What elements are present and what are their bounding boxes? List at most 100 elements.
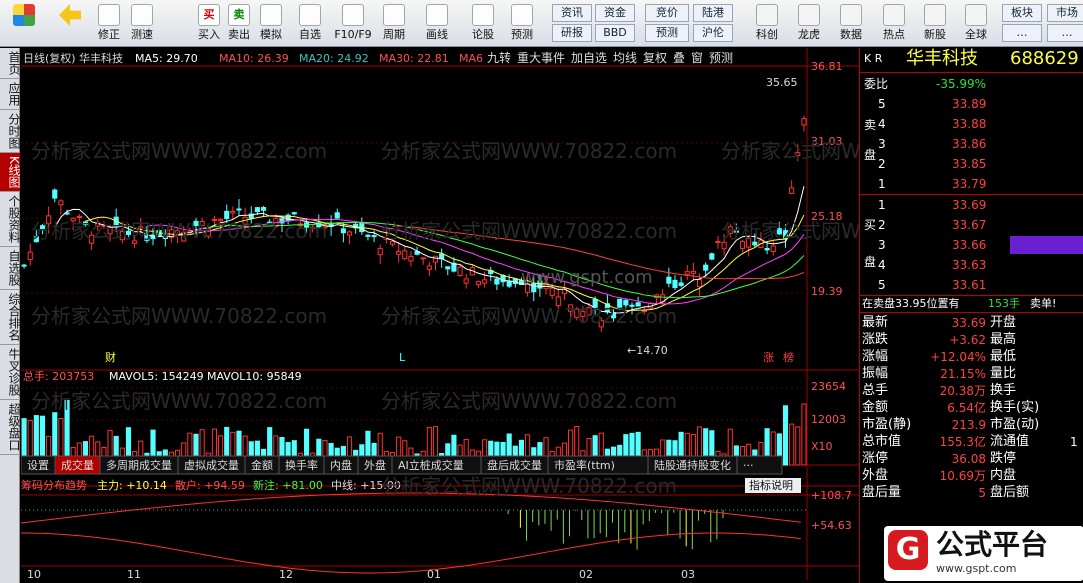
toolbar-watchlist-button[interactable]: 自选 bbox=[293, 2, 327, 45]
toolbar-sell-button[interactable]: 卖卖出 bbox=[222, 2, 256, 45]
toolbar-right-3[interactable]: 热点 bbox=[875, 2, 913, 45]
header-btn-4[interactable]: 复权 bbox=[643, 51, 667, 65]
far-btn-0[interactable]: 板块 bbox=[1002, 4, 1042, 22]
chart-canvas[interactable]: 日线(复权) 华丰科技 MA5: 29.70 MA10: 26.39 MA20: 24.… bbox=[20, 48, 1017, 581]
candle-body bbox=[27, 251, 33, 261]
toolbar-right-icon bbox=[756, 4, 778, 26]
vol-tick: 12003 bbox=[811, 413, 846, 426]
toolbar-right-5[interactable]: 全球 bbox=[957, 2, 995, 45]
header-btn-3[interactable]: 均线 bbox=[613, 51, 637, 65]
toolbar-period-button[interactable]: 周期 bbox=[377, 2, 411, 45]
event-mark-cai[interactable]: 财 bbox=[105, 350, 116, 364]
candle-body bbox=[365, 234, 371, 237]
quote-label: 总市值 bbox=[862, 434, 902, 449]
ind-new: 新注: +81.00 bbox=[253, 478, 323, 492]
candle-body bbox=[445, 266, 451, 270]
predict-icon bbox=[511, 4, 533, 26]
toolbar-right-2[interactable]: 数据 bbox=[832, 2, 870, 45]
header-ma5: MA5: 29.70 bbox=[135, 52, 198, 65]
quote-label: 涨幅 bbox=[862, 349, 889, 364]
header-btn-7[interactable]: 预测 bbox=[709, 51, 733, 65]
grid-btn-bottom-0[interactable]: 研报 bbox=[552, 24, 592, 42]
vol-mavol5: MAVOL5: 154249 bbox=[109, 370, 204, 383]
low-mark: ←14.70 bbox=[627, 344, 668, 357]
quote-value: 20.38万 bbox=[939, 384, 986, 398]
header-btn-2[interactable]: 加自选 bbox=[571, 51, 607, 65]
toolbar-buy-button[interactable]: 买买入 bbox=[192, 2, 226, 45]
candle-body bbox=[506, 280, 512, 287]
left-tab-1[interactable]: 应用 bbox=[0, 79, 21, 110]
logo-g-icon: G bbox=[888, 530, 928, 570]
grid-btn-top-1[interactable]: 资金 bbox=[595, 4, 635, 22]
buy-price: 33.66 bbox=[952, 238, 987, 252]
buy-label-1: 买 bbox=[864, 218, 877, 232]
grid-btn-bottom-1[interactable]: BBD bbox=[595, 24, 635, 42]
quote-label-right: 开盘 bbox=[990, 315, 1017, 330]
stock-panel: K R 华丰科技 688629 委比 -35.99% 5 33.89 4 33.88 3 33.86… bbox=[859, 48, 1083, 583]
grid-btn-top-2[interactable]: 竞价 bbox=[645, 4, 689, 22]
left-tab-4[interactable]: 个股资料 bbox=[0, 192, 21, 247]
quote-label-right: 最低 bbox=[990, 349, 1017, 364]
left-tab-2[interactable]: 分时图 bbox=[0, 110, 21, 153]
watchlist-icon bbox=[299, 4, 321, 26]
left-tab-6[interactable]: 综合排名 bbox=[0, 290, 21, 345]
stock-name: 华丰科技 bbox=[906, 48, 978, 69]
sell-price: 33.79 bbox=[952, 177, 987, 191]
indicator-help-label: 指标说明 bbox=[749, 478, 793, 492]
menu-grid-icon[interactable] bbox=[4, 2, 44, 45]
toolbar-right-0[interactable]: 科创 bbox=[748, 2, 786, 45]
back-arrow-icon[interactable] bbox=[50, 2, 90, 45]
far-btn-1[interactable]: 市场 bbox=[1047, 4, 1083, 22]
sell-level: 1 bbox=[878, 177, 886, 191]
toolbar-label: 周期 bbox=[383, 28, 405, 41]
grid-btn-bottom-2[interactable]: 预测 bbox=[645, 24, 689, 42]
quote-value: 36.08 bbox=[951, 452, 986, 466]
header-btn-6[interactable]: 窗 bbox=[691, 51, 703, 65]
quote-value: 213.9 bbox=[951, 418, 986, 432]
event-mark-zhang[interactable]: 涨 bbox=[763, 351, 774, 364]
left-tab-7[interactable]: 牛叉诊股 bbox=[0, 345, 21, 400]
event-mark-bang[interactable]: 榜 bbox=[783, 350, 794, 364]
quote-label-right: 盘后额 bbox=[990, 485, 1030, 500]
left-tab-0[interactable]: 首页 bbox=[0, 48, 21, 79]
left-tab-5[interactable]: 自选股 bbox=[0, 247, 21, 290]
grid-btn-top-0[interactable]: 资讯 bbox=[552, 4, 592, 22]
candle-body bbox=[666, 276, 672, 284]
toolbar-speed-test-button[interactable]: 测速 bbox=[125, 2, 159, 45]
toolbar-simulate-button[interactable]: 模拟 bbox=[254, 2, 288, 45]
header-btn-5[interactable]: 叠 bbox=[673, 51, 685, 65]
quote-label: 总手 bbox=[862, 383, 889, 398]
header-btn-1[interactable]: 重大事件 bbox=[517, 51, 565, 65]
kline-chart-area[interactable]: 日线(复权) 华丰科技 MA5: 29.70 MA10: 26.39 MA20: 24.… bbox=[20, 48, 1017, 581]
date-label: 03 bbox=[681, 568, 695, 580]
left-tab-8[interactable]: 超级盘口 bbox=[0, 400, 21, 455]
toolbar-draw-line-button[interactable]: 画线 bbox=[420, 2, 454, 45]
toolbar-up-down-button[interactable]: 修正 bbox=[92, 2, 126, 45]
quote-label: 涨停 bbox=[862, 451, 889, 466]
header-btn-0[interactable]: 九转 bbox=[487, 50, 511, 65]
grid-btn-bottom-3[interactable]: 沪伦 bbox=[693, 24, 733, 42]
toolbar-f10-button[interactable]: F10/F9 bbox=[330, 2, 376, 45]
toolbar-forum-button[interactable]: 论股 bbox=[466, 2, 500, 45]
grid-btn-top-3[interactable]: 陆港 bbox=[693, 4, 733, 22]
high-mark: 35.65 bbox=[766, 76, 798, 89]
vol-tick: X10 bbox=[811, 440, 833, 453]
event-mark-l[interactable]: L bbox=[399, 351, 406, 364]
toolbar-right-4[interactable]: 新股 bbox=[916, 2, 954, 45]
far-btn-more-1[interactable]: … bbox=[1047, 24, 1083, 42]
toolbar-right-1[interactable]: 龙虎 bbox=[790, 2, 828, 45]
far-btn-more-0[interactable]: … bbox=[1002, 24, 1042, 42]
kr-label: K R bbox=[864, 52, 883, 65]
toolbar-predict-button[interactable]: 预测 bbox=[505, 2, 539, 45]
sell-icon: 卖 bbox=[228, 4, 250, 26]
logo-url: www.gspt.com bbox=[936, 562, 1017, 575]
toolbar-label: 修正 bbox=[98, 28, 120, 41]
quote-label: 金额 bbox=[862, 400, 889, 415]
candle-body bbox=[463, 278, 469, 284]
candle-body bbox=[371, 235, 377, 238]
left-tab-3[interactable]: K线图 bbox=[0, 153, 21, 192]
watermark: 分析家公式网WWW.70822.com bbox=[721, 139, 859, 163]
candle-body bbox=[402, 250, 408, 260]
toolbar-right-icon bbox=[840, 4, 862, 26]
ind-tick: +54.63 bbox=[811, 519, 852, 532]
